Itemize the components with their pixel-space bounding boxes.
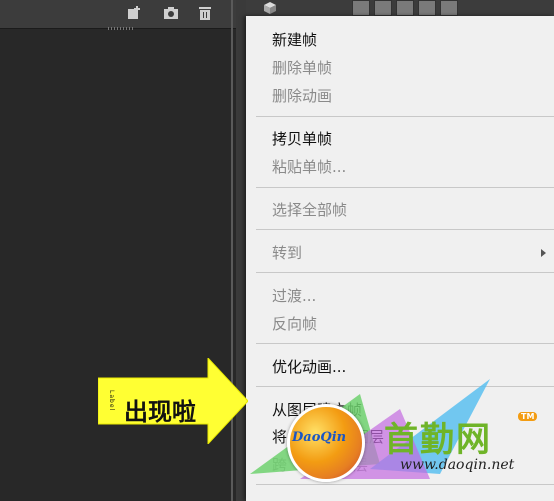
menu-item-tween[interactable]: 过渡... [272, 286, 316, 306]
brush-icon[interactable] [352, 0, 370, 16]
new-frame-icon[interactable] [126, 6, 144, 22]
menu-item-delete-animation[interactable]: 删除动画 [272, 86, 332, 106]
menu-divider [256, 116, 554, 117]
curve-icon[interactable] [396, 0, 414, 16]
menu-divider [256, 229, 554, 230]
callout-tag: Label [108, 390, 115, 412]
fill-icon[interactable] [440, 0, 458, 16]
cube-icon[interactable] [262, 0, 278, 14]
callout-text: 出现啦 [124, 398, 196, 426]
menu-divider [256, 187, 554, 188]
watermark-logo-text: DaoQin [292, 430, 347, 445]
menu-divider [256, 343, 554, 344]
submenu-arrow-icon [541, 249, 546, 257]
menu-item-select-all-frames[interactable]: 选择全部帧 [272, 200, 347, 220]
menu-divider [256, 484, 554, 485]
watermark-tm: TM [518, 412, 538, 421]
menu-item-go-to[interactable]: 转到 [272, 243, 302, 263]
cross-icon[interactable] [418, 0, 436, 16]
watermark-brand: 首勤网 [384, 420, 492, 460]
panel-grip[interactable] [108, 27, 134, 30]
menu-item-delete-frame[interactable]: 删除单帧 [272, 58, 332, 78]
panel-toolbar [0, 0, 246, 29]
options-strip [246, 0, 554, 16]
menu-item-reverse-frames[interactable]: 反向帧 [272, 314, 317, 334]
camera-icon[interactable] [162, 6, 180, 22]
trash-icon[interactable] [196, 6, 214, 22]
gradient-icon[interactable] [374, 0, 392, 16]
menu-divider [256, 272, 554, 273]
menu-item-new-frame[interactable]: 新建帧 [272, 30, 317, 50]
menu-item-copy-frame[interactable]: 拷贝单帧 [272, 129, 332, 149]
menu-item-paste-frame[interactable]: 粘贴单帧... [272, 157, 346, 177]
watermark-url: www.daoqin.net [400, 457, 515, 473]
